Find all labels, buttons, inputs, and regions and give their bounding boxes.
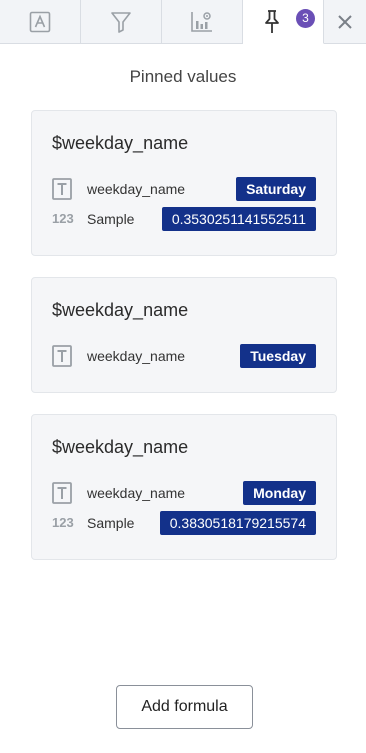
pinned-card: $weekday_name weekday_name Tuesday — [31, 277, 337, 393]
close-panel-button[interactable] — [324, 0, 366, 44]
panel-title: Pinned values — [129, 67, 237, 86]
sample-row: 123 Sample 0.3530251141552511 — [52, 207, 316, 231]
tab-chart-settings[interactable] — [162, 0, 243, 44]
pinned-variable-name: $weekday_name — [52, 300, 189, 320]
pinned-variable-name: $weekday_name — [52, 437, 189, 457]
pinned-count-badge: 3 — [296, 9, 315, 28]
field-label: weekday_name — [87, 181, 186, 197]
pinned-field-row: weekday_name Tuesday — [52, 344, 316, 368]
field-value-badge: Tuesday — [240, 344, 316, 368]
chart-settings-icon — [191, 11, 212, 32]
sample-row: 123 Sample 0.3830518179215574 — [52, 511, 316, 535]
text-type-icon — [52, 345, 72, 367]
number-type-icon: 123 — [52, 211, 74, 226]
pin-icon — [265, 9, 279, 33]
pinned-field-row: weekday_name Monday — [52, 481, 316, 505]
pinned-variable-name: $weekday_name — [52, 133, 189, 153]
sample-label: Sample — [87, 515, 135, 531]
field-label: weekday_name — [87, 485, 186, 501]
sample-label: Sample — [87, 211, 135, 227]
pinned-card: $weekday_name weekday_name Monday 123 Sa… — [31, 414, 337, 560]
pinned-card: $weekday_name weekday_name Saturday 123 … — [31, 110, 337, 256]
field-value-badge: Saturday — [236, 177, 316, 201]
text-format-icon — [29, 11, 51, 32]
field-label: weekday_name — [87, 348, 186, 364]
tab-filter[interactable] — [81, 0, 162, 44]
number-type-icon: 123 — [52, 515, 74, 530]
text-type-icon — [52, 178, 72, 200]
pinned-field-row: weekday_name Saturday — [52, 177, 316, 201]
add-formula-button[interactable]: Add formula — [116, 685, 253, 729]
sample-value-badge: 0.3530251141552511 — [161, 207, 316, 231]
field-value-badge: Monday — [243, 481, 316, 505]
filter-icon — [111, 11, 131, 33]
close-icon — [338, 14, 352, 29]
sample-value-badge: 0.3830518179215574 — [159, 511, 316, 535]
text-type-icon — [52, 482, 72, 504]
panel-tabs: 3 — [0, 0, 366, 44]
tab-text[interactable] — [0, 0, 81, 44]
tab-pinned[interactable]: 3 — [243, 0, 324, 44]
